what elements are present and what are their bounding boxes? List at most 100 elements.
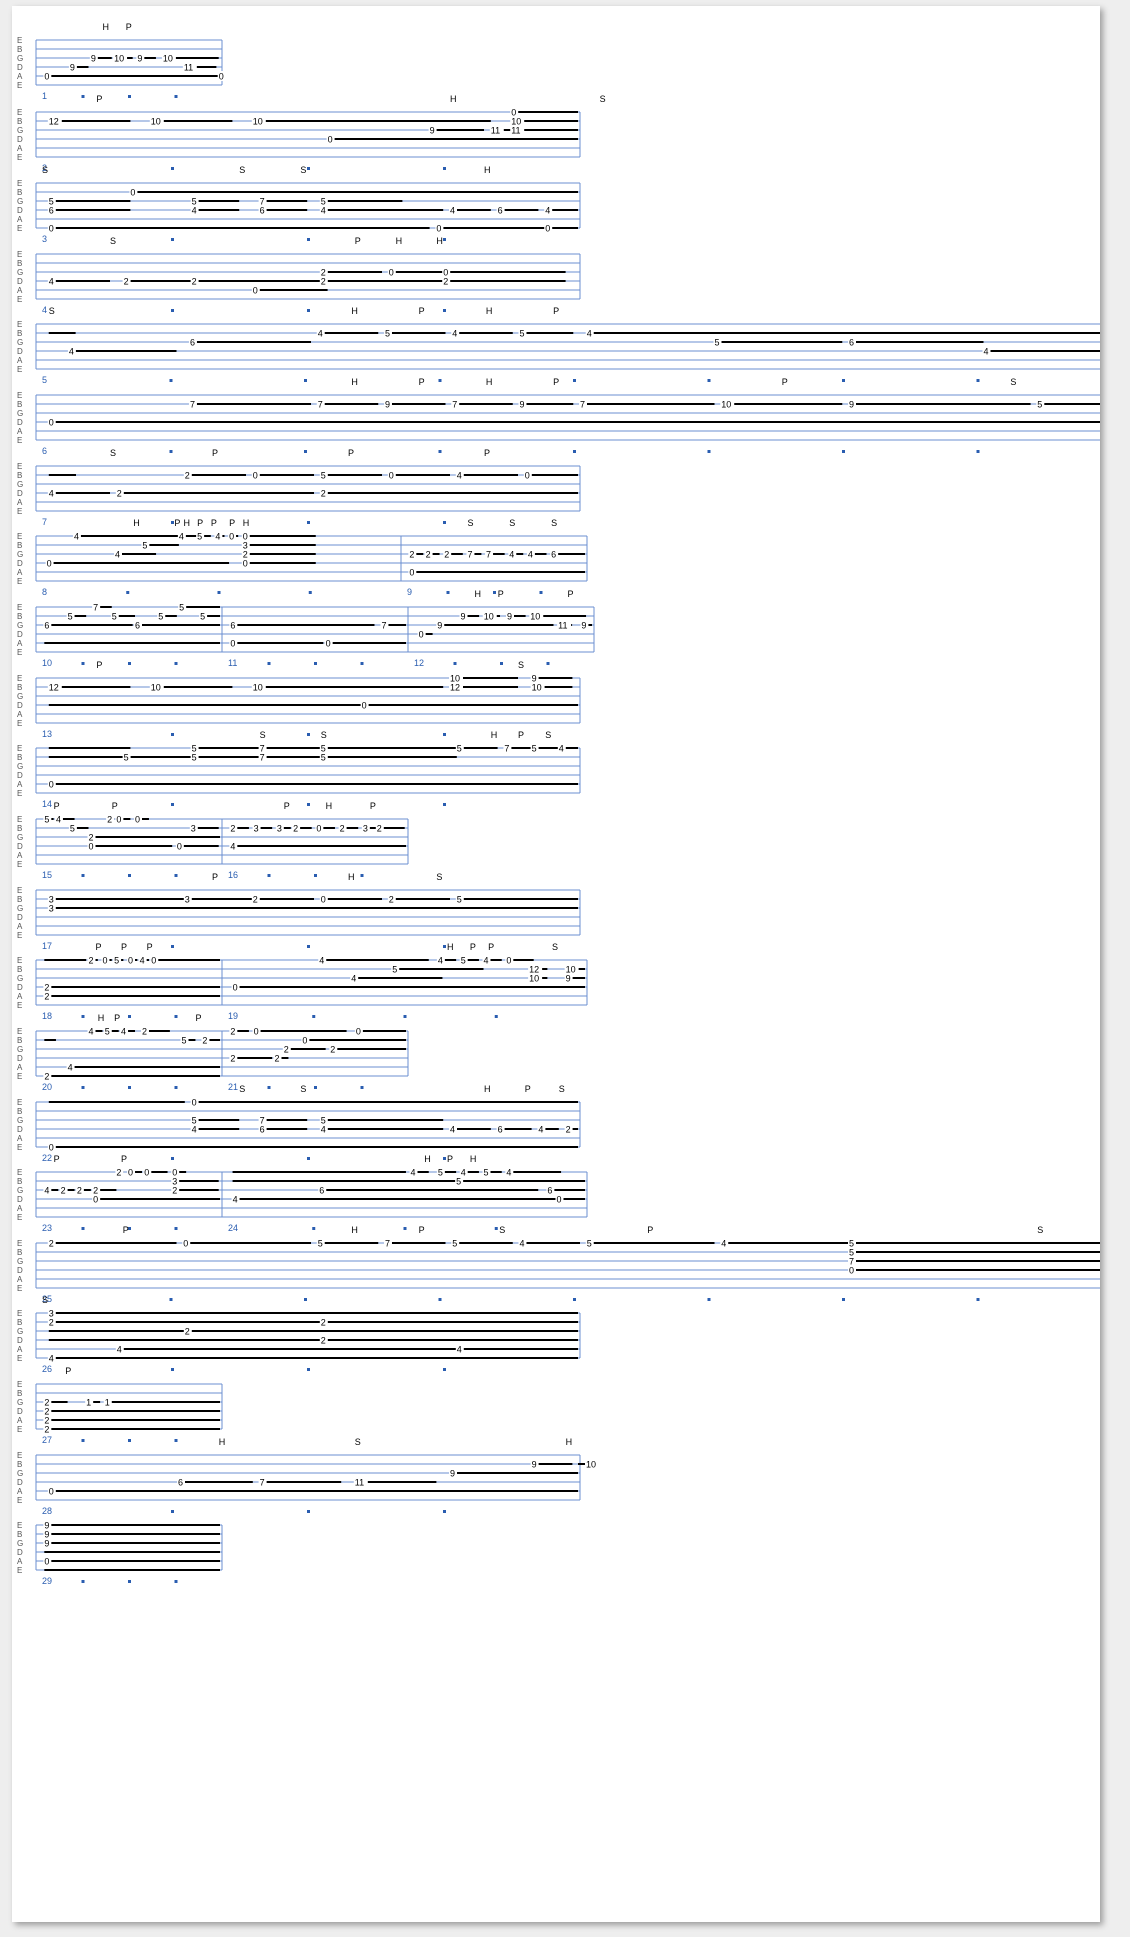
fret-number: 4: [450, 1125, 455, 1135]
fret-number: 2: [566, 1125, 571, 1135]
tuning-label: E: [17, 674, 22, 683]
beat-marker: [171, 1510, 174, 1513]
fret-number: 0: [177, 842, 182, 852]
measure-number: 14: [42, 799, 52, 809]
measure-number: 7: [42, 517, 47, 527]
tuning-label: B: [17, 1530, 22, 1539]
fret-number: 2: [89, 956, 94, 966]
fret-number: 2: [284, 1045, 289, 1055]
fret-number: 0: [362, 701, 367, 711]
beat-marker: [307, 1510, 310, 1513]
tuning-label: E: [17, 1072, 22, 1081]
fret-number: 11: [558, 621, 567, 631]
tuning-label: A: [17, 72, 23, 81]
tuning-label: E: [17, 1521, 22, 1530]
technique-marker: H: [351, 1225, 358, 1235]
fret-number: 5: [112, 612, 117, 622]
beat-marker: [307, 521, 310, 524]
fret-number: 7: [260, 753, 265, 763]
tuning-label: G: [17, 692, 23, 701]
tuning-label: E: [17, 1451, 22, 1460]
tuning-label: A: [17, 215, 23, 224]
tuning-label: E: [17, 577, 22, 586]
tuning-label: A: [17, 1557, 23, 1566]
tuning-label: G: [17, 1539, 23, 1548]
beat-marker: [443, 521, 446, 524]
tuning-label: E: [17, 81, 22, 90]
fret-number: 10: [151, 117, 161, 127]
fret-number: 9: [70, 63, 75, 73]
technique-marker: P: [212, 872, 218, 882]
measure-number: 16: [228, 870, 238, 880]
tuning-label: D: [17, 1266, 23, 1275]
beat-marker: [169, 1298, 173, 1301]
fret-number: 9: [137, 54, 142, 64]
tuning-label: G: [17, 480, 23, 489]
tuning-label: D: [17, 1407, 23, 1416]
beat-marker: [126, 591, 130, 594]
fret-number: 0: [192, 1098, 197, 1108]
tuning-label: B: [17, 824, 22, 833]
tuning-label: D: [17, 771, 23, 780]
technique-marker: H: [447, 942, 454, 952]
fret-number: 2: [293, 824, 298, 834]
fret-number: 0: [102, 956, 107, 966]
tuning-label: G: [17, 268, 23, 277]
fret-number: 10: [151, 683, 161, 693]
fret-number: 5: [70, 824, 75, 834]
technique-marker: H: [486, 306, 493, 316]
beat-marker: [171, 1368, 174, 1371]
technique-marker: P: [419, 377, 425, 387]
beat-marker: [443, 1510, 446, 1513]
measure-number: 3: [42, 234, 47, 244]
technique-marker: P: [419, 1225, 425, 1235]
fret-number: 9: [461, 612, 466, 622]
fret-number: 0: [47, 559, 52, 569]
technique-marker: P: [370, 801, 376, 811]
fret-number: 4: [215, 532, 220, 542]
tuning-label: D: [17, 701, 23, 710]
technique-marker: S: [239, 165, 245, 175]
beat-marker: [443, 309, 446, 312]
fret-number: 5: [457, 895, 462, 905]
technique-marker: H: [102, 22, 109, 32]
beat-marker: [314, 662, 317, 665]
technique-marker: S: [518, 660, 524, 670]
fret-number: 10: [253, 683, 263, 693]
fret-number: 4: [321, 1125, 326, 1135]
fret-number: 2: [389, 895, 394, 905]
tuning-label: E: [17, 391, 22, 400]
beat-marker: [494, 1015, 498, 1018]
fret-number: 5: [321, 471, 326, 481]
technique-marker: P: [355, 236, 361, 246]
tuning-label: E: [17, 1566, 22, 1575]
technique-marker: S: [436, 872, 442, 882]
tuning-label: D: [17, 277, 23, 286]
measure-number: 12: [414, 658, 424, 668]
technique-marker: P: [212, 448, 218, 458]
beat-marker: [174, 1227, 178, 1230]
tuning-label: E: [17, 886, 22, 895]
tuning-label: G: [17, 126, 23, 135]
beat-marker: [81, 1015, 85, 1018]
tuning-label: E: [17, 1496, 22, 1505]
tuning-label: E: [17, 1239, 22, 1248]
tuning-label: E: [17, 153, 22, 162]
fret-number: 6: [44, 621, 49, 631]
tuning-label: D: [17, 135, 23, 144]
technique-marker: P: [95, 942, 101, 952]
fret-number: 0: [849, 1266, 854, 1276]
fret-number: 0: [219, 72, 224, 82]
beat-marker: [308, 591, 312, 594]
beat-marker: [128, 874, 131, 877]
beat-marker: [174, 1580, 178, 1583]
tuning-label: E: [17, 1027, 22, 1036]
fret-number: 4: [559, 744, 564, 754]
technique-marker: S: [42, 1295, 48, 1305]
beat-marker: [314, 874, 317, 877]
fret-number: 2: [253, 895, 258, 905]
fret-number: 0: [93, 1195, 98, 1205]
technique-marker: P: [348, 448, 354, 458]
fret-number: 12: [49, 117, 59, 127]
technique-marker: H: [474, 589, 481, 599]
